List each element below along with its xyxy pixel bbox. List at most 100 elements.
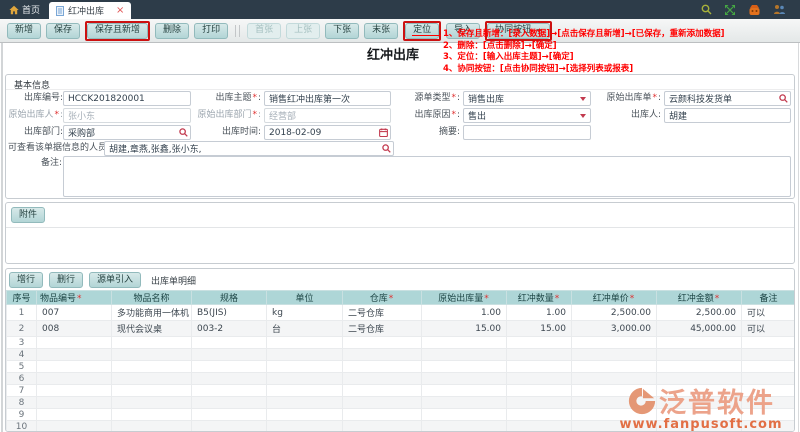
delete-row-button[interactable]: 删行 (49, 272, 84, 288)
grid-cell[interactable] (741, 396, 794, 409)
next-record-button[interactable]: 下张 (325, 22, 360, 39)
reason-input[interactable] (463, 108, 591, 123)
code-input[interactable] (63, 91, 191, 106)
grid-cell[interactable] (266, 348, 343, 361)
grid-cell[interactable] (741, 348, 794, 361)
grid-cell[interactable] (342, 336, 422, 349)
save-button[interactable]: 保存 (46, 22, 81, 39)
calendar-icon[interactable] (379, 128, 388, 137)
grid-cell[interactable] (506, 396, 572, 409)
grid-cell[interactable]: 45,000.00 (656, 320, 742, 337)
grid-cell[interactable] (741, 360, 794, 373)
grid-cell[interactable] (111, 336, 192, 349)
grid-cell[interactable] (36, 336, 112, 349)
grid-cell[interactable] (266, 396, 343, 409)
grid-cell[interactable] (506, 408, 572, 421)
grid-cell[interactable] (191, 408, 267, 421)
grid-cell[interactable] (266, 384, 343, 397)
expand-arrows-icon[interactable] (724, 4, 736, 16)
grid-cell[interactable] (36, 408, 112, 421)
grid-cell[interactable] (266, 420, 343, 431)
grid-cell[interactable]: 2,500.00 (656, 304, 742, 321)
grid-cell[interactable] (266, 408, 343, 421)
grid-cell[interactable] (36, 348, 112, 361)
grid-cell[interactable] (656, 408, 742, 421)
grid-cell[interactable] (342, 372, 422, 385)
grid-cell[interactable] (571, 336, 657, 349)
grid-cell[interactable]: 008 (36, 320, 112, 337)
grid-cell[interactable] (191, 420, 267, 431)
grid-cell[interactable] (36, 384, 112, 397)
attachment-button[interactable]: 附件 (11, 207, 46, 223)
locate-button[interactable]: 定位 (405, 22, 440, 39)
grid-cell[interactable] (36, 396, 112, 409)
search-icon[interactable] (701, 4, 712, 15)
grid-cell[interactable] (191, 372, 267, 385)
add-row-button[interactable]: 增行 (9, 272, 44, 288)
grid-cell[interactable] (656, 348, 742, 361)
grid-cell[interactable] (741, 336, 794, 349)
grid-cell[interactable] (111, 360, 192, 373)
magnifier-icon[interactable] (779, 94, 788, 103)
grid-cell[interactable]: 台 (266, 320, 343, 337)
dept-input[interactable] (63, 125, 191, 140)
grid-cell[interactable] (36, 372, 112, 385)
tab-active[interactable]: 红冲出库 × (49, 2, 132, 19)
grid-cell[interactable] (36, 420, 112, 431)
grid-cell[interactable] (111, 420, 192, 431)
original-order-input[interactable] (664, 91, 791, 106)
time-input[interactable] (264, 125, 391, 140)
grid-cell[interactable]: 15.00 (421, 320, 507, 337)
source-type-input[interactable] (463, 91, 591, 106)
fanpu-app-icon[interactable] (748, 4, 761, 16)
last-record-button[interactable]: 末张 (364, 22, 399, 39)
grid-cell[interactable]: 007 (36, 304, 112, 321)
grid-cell[interactable] (571, 408, 657, 421)
grid-cell[interactable] (506, 384, 572, 397)
grid-cell[interactable] (111, 408, 192, 421)
grid-cell[interactable] (36, 360, 112, 373)
grid-cell[interactable] (191, 336, 267, 349)
grid-cell[interactable] (571, 396, 657, 409)
grid-cell[interactable] (656, 336, 742, 349)
grid-cell[interactable] (342, 420, 422, 431)
tab-home[interactable]: 首页 (0, 0, 49, 19)
grid-cell[interactable] (656, 372, 742, 385)
grid-cell[interactable]: 1.00 (421, 304, 507, 321)
grid-cell[interactable]: 2,500.00 (571, 304, 657, 321)
source-import-button[interactable]: 源单引入 (89, 272, 142, 288)
grid-cell[interactable] (656, 384, 742, 397)
magnifier-icon[interactable] (382, 144, 391, 153)
grid-cell[interactable] (741, 420, 794, 431)
grid-cell[interactable] (266, 360, 343, 373)
grid-cell[interactable] (506, 372, 572, 385)
grid-cell[interactable] (571, 372, 657, 385)
grid-cell[interactable]: 二号仓库 (342, 320, 422, 337)
grid-cell[interactable] (111, 384, 192, 397)
grid-cell[interactable] (342, 348, 422, 361)
grid-cell[interactable]: 3,000.00 (571, 320, 657, 337)
grid-cell[interactable] (741, 408, 794, 421)
print-button[interactable]: 打印 (194, 22, 229, 39)
grid-cell[interactable] (421, 384, 507, 397)
grid-cell[interactable] (342, 360, 422, 373)
grid-cell[interactable] (421, 360, 507, 373)
grid-cell[interactable] (421, 348, 507, 361)
viewers-input[interactable] (104, 141, 394, 156)
grid-cell[interactable] (506, 420, 572, 431)
subject-input[interactable] (264, 91, 391, 106)
grid-cell[interactable]: 1.00 (506, 304, 572, 321)
users-icon[interactable] (773, 4, 786, 15)
grid-cell[interactable]: 15.00 (506, 320, 572, 337)
grid-cell[interactable]: kg (266, 304, 343, 321)
grid-cell[interactable] (506, 348, 572, 361)
grid-cell[interactable] (421, 420, 507, 431)
grid-cell[interactable]: 可以 (741, 320, 794, 337)
grid-cell[interactable] (571, 384, 657, 397)
grid-cell[interactable] (506, 360, 572, 373)
grid-cell[interactable] (342, 408, 422, 421)
remark-textarea[interactable] (63, 156, 791, 197)
grid-cell[interactable]: 可以 (741, 304, 794, 321)
grid-cell[interactable] (421, 336, 507, 349)
magnifier-icon[interactable] (179, 128, 188, 137)
